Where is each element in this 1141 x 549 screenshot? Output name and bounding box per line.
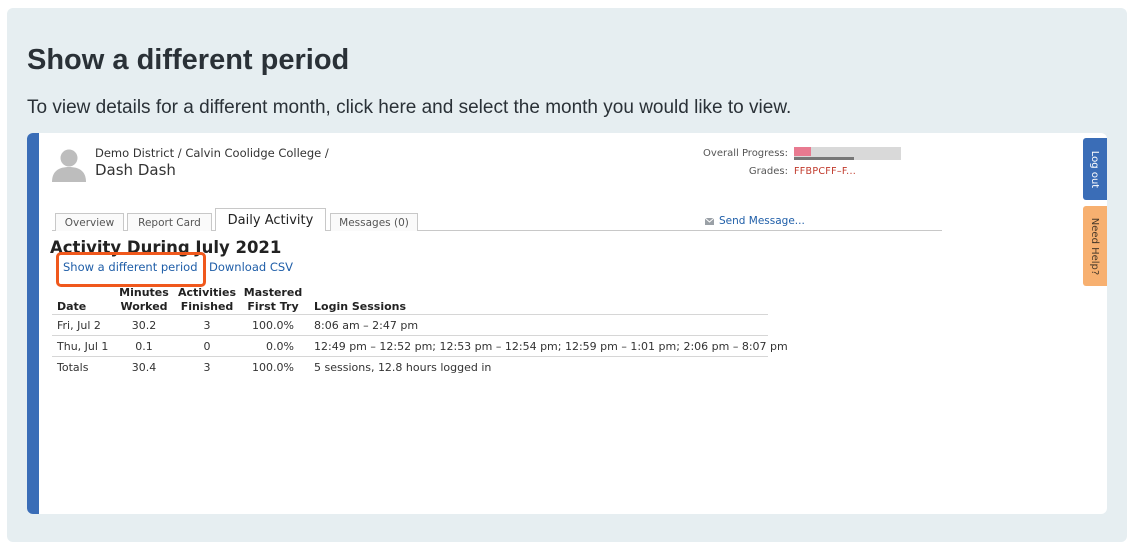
org-path-breadcrumb[interactable]: Demo District / Calvin Coolidge College … bbox=[95, 146, 329, 160]
grades-label: Grades: bbox=[748, 166, 788, 177]
table-row-minutes: 30.2 bbox=[131, 319, 157, 332]
header-date: Date bbox=[57, 300, 87, 313]
mail-icon bbox=[705, 217, 714, 225]
grades-value: FFBPCFF–F... bbox=[794, 166, 857, 177]
table-row-login: 8:06 am – 2:47 pm bbox=[314, 319, 419, 332]
overall-progress-track bbox=[794, 157, 854, 160]
tab-report-card[interactable]: Report Card bbox=[127, 213, 212, 231]
tab-overview[interactable]: Overview bbox=[55, 213, 124, 231]
header-mastered-line1: Mastered bbox=[243, 286, 303, 299]
table-row-login: 12:49 pm – 12:52 pm; 12:53 pm – 12:54 pm… bbox=[314, 340, 788, 353]
table-row-divider bbox=[52, 356, 768, 357]
header-activities: Activities Finished bbox=[178, 286, 236, 314]
header-activities-line1: Activities bbox=[178, 286, 237, 299]
card-description: To view details for a different month, c… bbox=[27, 97, 792, 118]
header-mastered: Mastered First Try bbox=[243, 286, 303, 314]
logout-label: Log out bbox=[1089, 150, 1101, 188]
table-row-activities: 0 bbox=[203, 340, 211, 353]
table-row-divider bbox=[52, 335, 768, 336]
header-mastered-line2: First Try bbox=[247, 300, 299, 313]
need-help-label: Need Help? bbox=[1089, 217, 1101, 275]
highlight-box bbox=[56, 252, 206, 287]
table-row-date: Totals bbox=[57, 361, 89, 374]
tab-daily-activity[interactable]: Daily Activity bbox=[215, 208, 326, 231]
table-row-mastered: 100.0% bbox=[252, 361, 294, 374]
logout-button[interactable]: Log out bbox=[1083, 138, 1107, 200]
table-row-minutes: 30.4 bbox=[131, 361, 157, 374]
overall-progress-bar bbox=[794, 147, 901, 160]
send-message-link[interactable]: Send Message... bbox=[705, 215, 805, 227]
header-activities-line2: Finished bbox=[180, 300, 234, 313]
header-login-sessions: Login Sessions bbox=[314, 300, 407, 313]
table-row-login: 5 sessions, 12.8 hours logged in bbox=[314, 361, 492, 374]
table-row-activities: 3 bbox=[203, 361, 211, 374]
header-minutes: Minutes Worked bbox=[119, 286, 169, 314]
table-row-minutes: 0.1 bbox=[135, 340, 153, 353]
table-row-mastered: 100.0% bbox=[252, 319, 294, 332]
card-title: Show a different period bbox=[27, 44, 350, 76]
table-row-date: Fri, Jul 2 bbox=[57, 319, 101, 332]
overall-progress-label: Overall Progress: bbox=[703, 148, 788, 159]
header-minutes-line1: Minutes bbox=[119, 286, 169, 299]
table-header-divider bbox=[52, 314, 768, 315]
tab-messages[interactable]: Messages (0) bbox=[330, 213, 418, 231]
header-minutes-line2: Worked bbox=[120, 300, 168, 313]
send-message-label: Send Message... bbox=[719, 215, 805, 227]
avatar-icon bbox=[52, 149, 86, 182]
screenshot-left-bar bbox=[27, 133, 39, 514]
student-name: Dash Dash bbox=[95, 161, 176, 179]
download-csv-link[interactable]: Download CSV bbox=[209, 260, 293, 274]
table-row-mastered: 0.0% bbox=[266, 340, 294, 353]
table-row-activities: 3 bbox=[203, 319, 211, 332]
overall-progress-fill bbox=[794, 147, 812, 156]
need-help-button[interactable]: Need Help? bbox=[1083, 206, 1107, 286]
table-row-date: Thu, Jul 1 bbox=[57, 340, 109, 353]
